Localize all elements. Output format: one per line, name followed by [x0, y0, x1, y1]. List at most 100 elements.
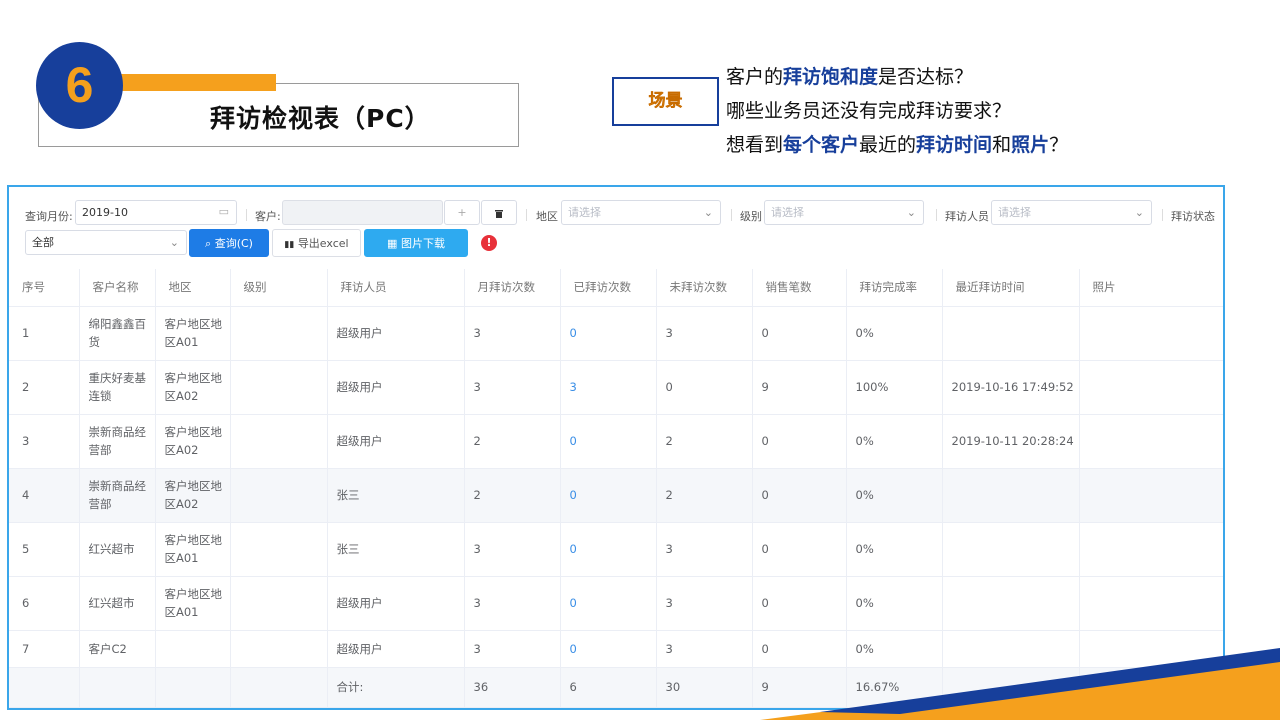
cell-unvisited-count: 0: [656, 360, 753, 415]
status-label: 拜访状态: [1171, 210, 1215, 223]
chevron-down-icon: ⌄: [1134, 206, 1144, 219]
question-text: 哪些业务员还没有完成拜访要求？: [726, 100, 1012, 122]
column-header[interactable]: 未拜访次数: [656, 269, 753, 307]
column-header[interactable]: 客户名称: [79, 269, 156, 307]
cell-region: 客户地区地区A01: [155, 576, 231, 631]
chevron-down-icon: ⌄: [703, 206, 713, 219]
table-row[interactable]: 5 红兴超市 客户地区地区A01 张三 3 0 3 0 0%: [9, 522, 1223, 577]
cell-level: [230, 468, 328, 523]
visit-review-panel: 查询月份: 2019-10 ▭ 客户: + 地区 请选择 ⌄ 级别 请选择 ⌄: [7, 185, 1225, 710]
table-row[interactable]: 1 绵阳鑫鑫百货 客户地区地区A01 超级用户 3 0 3 0 0%: [9, 306, 1223, 361]
cell-visited-count[interactable]: 0: [560, 306, 657, 361]
add-customer-button[interactable]: +: [444, 200, 480, 225]
column-header[interactable]: 销售笔数: [752, 269, 847, 307]
summary-completion-rate: 16.67%: [846, 667, 943, 708]
column-header[interactable]: 已拜访次数: [560, 269, 657, 307]
cell-unvisited-count: 2: [656, 414, 753, 469]
cell-monthly-visits: 3: [464, 576, 561, 631]
table-row[interactable]: 2 重庆好麦基连锁 客户地区地区A02 超级用户 3 3 0 9 100% 2019-10-16 …: [9, 360, 1223, 415]
query-button-label: 查询(C): [214, 237, 253, 250]
cell-visited-count[interactable]: 0: [560, 630, 657, 668]
column-header[interactable]: 月拜访次数: [464, 269, 561, 307]
table-row[interactable]: 6 红兴超市 客户地区地区A01 超级用户 3 0 3 0 0%: [9, 576, 1223, 631]
cell-index: 5: [9, 522, 80, 577]
cell-sales-count: 0: [752, 468, 847, 523]
table-body: 1 绵阳鑫鑫百货 客户地区地区A01 超级用户 3 0 3 0 0% 2 重庆好麦基连锁 客户地区地区…: [9, 306, 1223, 708]
query-button[interactable]: ⌕ 查询(C): [189, 229, 269, 257]
cell-sales-count: 0: [752, 576, 847, 631]
cell-visited-count[interactable]: 0: [560, 414, 657, 469]
visitor-select[interactable]: 请选择 ⌄: [991, 200, 1152, 225]
cell-completion-rate: 0%: [846, 468, 943, 523]
export-excel-button[interactable]: ▮▮ 导出excel: [272, 229, 361, 257]
column-header[interactable]: 拜访完成率: [846, 269, 943, 307]
filter-divider: [731, 209, 732, 221]
column-header[interactable]: 地区: [155, 269, 231, 307]
cell-photo: [1079, 468, 1223, 523]
cell-unvisited-count: 3: [656, 576, 753, 631]
highlighted-text: 拜访时间: [916, 134, 993, 156]
cell-visitor: 超级用户: [327, 414, 465, 469]
alert-icon[interactable]: !: [481, 235, 497, 251]
filter-divider: [246, 209, 247, 221]
cell-unvisited-count: 3: [656, 630, 753, 668]
month-value: 2019-10: [82, 206, 128, 219]
column-header[interactable]: 级别: [230, 269, 328, 307]
summary-last-visit-time: [942, 667, 1080, 708]
status-select[interactable]: 全部 ⌄: [25, 230, 187, 255]
cell-region: 客户地区地区A01: [155, 306, 231, 361]
level-placeholder: 请选择: [771, 206, 804, 219]
page-title: 拜访检视表（PC）: [210, 104, 431, 133]
question-text: 和: [992, 134, 1012, 156]
cell-completion-rate: 0%: [846, 522, 943, 577]
table-row[interactable]: 4 崇新商品经营部 客户地区地区A02 张三 2 0 2 0 0%: [9, 468, 1223, 523]
cell-level: [230, 576, 328, 631]
month-picker[interactable]: 2019-10 ▭: [75, 200, 237, 225]
export-button-label: 导出excel: [297, 237, 349, 250]
column-header[interactable]: 拜访人员: [327, 269, 465, 307]
cell-customer-name: 红兴超市: [79, 522, 156, 577]
cell-last-visit-time: [942, 576, 1080, 631]
visitor-placeholder: 请选择: [998, 206, 1031, 219]
highlighted-text: 拜访饱和度: [783, 66, 879, 88]
cell-index: 3: [9, 414, 80, 469]
summary-visited-count: 6: [560, 667, 657, 708]
cell-visited-count[interactable]: 0: [560, 522, 657, 577]
table-row[interactable]: 7 客户C2 超级用户 3 0 3 0 0%: [9, 630, 1223, 668]
level-select[interactable]: 请选择 ⌄: [764, 200, 924, 225]
cell-sales-count: 0: [752, 414, 847, 469]
column-header[interactable]: 照片: [1079, 269, 1223, 307]
clear-customer-button[interactable]: [481, 200, 517, 225]
cell-sales-count: 0: [752, 306, 847, 361]
cell-visitor: 张三: [327, 522, 465, 577]
cell-customer-name: 红兴超市: [79, 576, 156, 631]
highlighted-text: 照片: [1011, 134, 1050, 156]
cell-visitor: 超级用户: [327, 360, 465, 415]
filter-divider: [526, 209, 527, 221]
level-label: 级别: [740, 210, 762, 223]
cell-visited-count[interactable]: 0: [560, 576, 657, 631]
cell-index: 6: [9, 576, 80, 631]
question-text: 最近的: [859, 134, 917, 156]
cell-monthly-visits: 3: [464, 522, 561, 577]
column-header[interactable]: 最近拜访时间: [942, 269, 1080, 307]
customer-input[interactable]: [282, 200, 443, 225]
cell-customer-name: 崇新商品经营部: [79, 414, 156, 469]
cell-visited-count[interactable]: 0: [560, 468, 657, 523]
cell-photo: [1079, 576, 1223, 631]
cell-index: 1: [9, 306, 80, 361]
cell-visitor: 超级用户: [327, 630, 465, 668]
region-select[interactable]: 请选择 ⌄: [561, 200, 721, 225]
summary-level: [230, 667, 328, 708]
column-header[interactable]: 序号: [9, 269, 80, 307]
cell-visited-count[interactable]: 3: [560, 360, 657, 415]
cell-level: [230, 630, 328, 668]
question-text: 想看到: [726, 134, 784, 156]
summary-region: [155, 667, 231, 708]
table-row[interactable]: 3 崇新商品经营部 客户地区地区A02 超级用户 2 0 2 0 0% 2019-10-11 20…: [9, 414, 1223, 469]
cell-region: 客户地区地区A02: [155, 468, 231, 523]
cell-last-visit-time: [942, 306, 1080, 361]
summary-customer-name: [79, 667, 156, 708]
image-download-button[interactable]: ▦ 图片下载: [364, 229, 468, 257]
summary-unvisited-count: 30: [656, 667, 753, 708]
